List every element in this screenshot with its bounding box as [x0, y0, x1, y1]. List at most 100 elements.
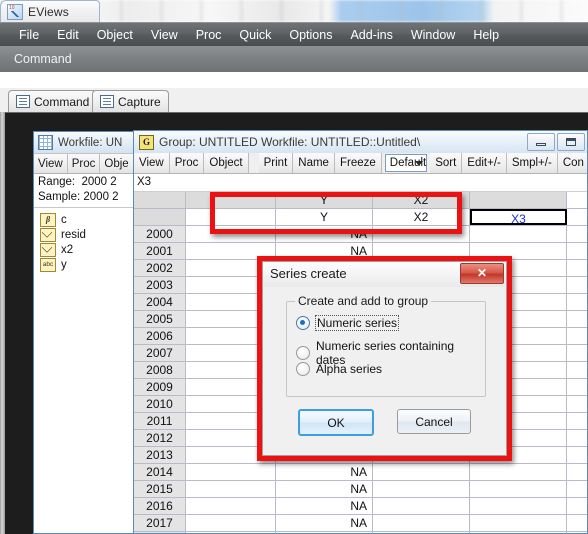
workfile-proc-button[interactable]: Proc: [67, 154, 101, 173]
cell-column-a[interactable]: [186, 226, 276, 242]
year-cell[interactable]: 2007: [134, 345, 186, 361]
cell-column-x2[interactable]: [373, 243, 470, 259]
ok-button[interactable]: OK: [298, 409, 374, 436]
table-row[interactable]: 2015 NA: [134, 481, 587, 498]
cancel-button[interactable]: Cancel: [397, 409, 471, 434]
menu-item-help[interactable]: Help: [464, 27, 508, 43]
cell-column-a[interactable]: [186, 481, 276, 497]
menu-item-add-ins[interactable]: Add-ins: [341, 27, 401, 43]
year-cell[interactable]: 2000: [134, 226, 186, 242]
group-toolbar: View Proc Object Print Name Freeze Defau…: [134, 153, 587, 174]
workfile-object-y[interactable]: abc y: [34, 257, 144, 272]
radio-option-numeric-series[interactable]: Numeric series: [296, 315, 400, 331]
group-object-button[interactable]: Object: [204, 153, 249, 173]
year-cell[interactable]: 2014: [134, 464, 186, 480]
cell-column-x2[interactable]: [373, 481, 470, 497]
workfile-object-x2[interactable]: x2: [34, 242, 144, 257]
tab-command[interactable]: Command: [8, 90, 98, 112]
minimize-button[interactable]: [527, 133, 555, 151]
series-name-cell-x2[interactable]: X2: [373, 209, 470, 225]
year-cell[interactable]: 2002: [134, 260, 186, 276]
cell-column-x2[interactable]: [373, 226, 470, 242]
table-row[interactable]: 2016 NA: [134, 498, 587, 515]
menu-item-edit[interactable]: Edit: [48, 27, 88, 43]
group-print-button[interactable]: Print: [258, 153, 294, 173]
cell-column-a[interactable]: [186, 515, 276, 531]
group-view-button[interactable]: View: [134, 153, 170, 173]
year-cell[interactable]: 2015: [134, 481, 186, 497]
year-cell[interactable]: 2009: [134, 379, 186, 395]
group-name-button[interactable]: Name: [293, 153, 335, 173]
cell-column-x3[interactable]: [470, 464, 567, 480]
cell-column-x2[interactable]: [373, 498, 470, 514]
cell-column-x2[interactable]: [373, 464, 470, 480]
cell-column-y[interactable]: NA: [276, 464, 373, 480]
cell-column-x3[interactable]: [470, 498, 567, 514]
cell-name-bar[interactable]: X3: [134, 174, 587, 192]
radio-button-icon[interactable]: [296, 346, 310, 360]
year-cell[interactable]: 2006: [134, 328, 186, 344]
year-cell[interactable]: 2001: [134, 243, 186, 259]
workfile-view-button[interactable]: View: [34, 154, 68, 173]
workfile-object-button[interactable]: Obje: [100, 154, 134, 173]
cell-column-a[interactable]: [186, 243, 276, 259]
year-cell[interactable]: 2008: [134, 362, 186, 378]
group-proc-button[interactable]: Proc: [169, 153, 205, 173]
year-cell[interactable]: 2003: [134, 277, 186, 293]
workfile-sample-row: Sample: 2000 2: [38, 190, 144, 205]
group-compare-button[interactable]: Con: [557, 153, 587, 173]
year-cell[interactable]: 2005: [134, 311, 186, 327]
view-mode-select[interactable]: Default: [384, 154, 428, 172]
year-cell[interactable]: 2013: [134, 447, 186, 463]
year-cell[interactable]: 2016: [134, 498, 186, 514]
cell-column-y[interactable]: NA: [276, 498, 373, 514]
radio-button-icon[interactable]: [296, 362, 310, 376]
table-row[interactable]: 2014 NA: [134, 464, 587, 481]
year-cell[interactable]: 2012: [134, 430, 186, 446]
menu-item-options[interactable]: Options: [280, 27, 341, 43]
workfile-window[interactable]: Workfile: UN View Proc Obje Range: 2000 …: [33, 131, 145, 534]
year-cell[interactable]: 2017: [134, 515, 186, 531]
menu-item-proc[interactable]: Proc: [187, 27, 231, 43]
group-titlebar: G Group: UNTITLED Workfile: UNTITLED::Un…: [134, 131, 587, 153]
cell-column-a[interactable]: [186, 464, 276, 480]
cell-column-y[interactable]: NA: [276, 515, 373, 531]
workfile-object-c[interactable]: β c: [34, 212, 144, 227]
series-name-cell-x3-selected[interactable]: X3: [470, 209, 567, 226]
menu-item-window[interactable]: Window: [402, 27, 464, 43]
radio-option-alpha-series[interactable]: Alpha series: [296, 362, 382, 376]
year-cell[interactable]: 2010: [134, 396, 186, 412]
table-row[interactable]: 2000 NA: [134, 226, 587, 243]
command-input[interactable]: [0, 72, 588, 89]
workfile-object-resid[interactable]: resid: [34, 227, 144, 242]
table-row[interactable]: 2001 NA: [134, 243, 587, 260]
workfile-sample-label: Sample:: [38, 191, 81, 203]
series-name-cell-y[interactable]: Y: [276, 209, 373, 225]
cell-column-x3[interactable]: [470, 226, 567, 242]
cell-column-x3[interactable]: [470, 243, 567, 259]
year-cell[interactable]: 2011: [134, 413, 186, 429]
cell-column-y[interactable]: NA: [276, 226, 373, 242]
menu-item-file[interactable]: File: [10, 27, 48, 43]
cell-column-x3[interactable]: [470, 515, 567, 531]
menu-item-quick[interactable]: Quick: [230, 27, 280, 43]
year-cell[interactable]: 2004: [134, 294, 186, 310]
menu-item-object[interactable]: Object: [88, 27, 142, 43]
series-create-dialog[interactable]: Series create ✕ Create and add to group …: [262, 261, 507, 456]
workfile-title: Workfile: UN: [58, 136, 123, 149]
radio-button-icon[interactable]: [296, 316, 310, 330]
cell-column-y[interactable]: NA: [276, 243, 373, 259]
cell-column-a[interactable]: [186, 498, 276, 514]
cell-column-x3[interactable]: [470, 481, 567, 497]
menu-item-view[interactable]: View: [142, 27, 187, 43]
group-smpl-button[interactable]: Smpl+/-: [506, 153, 558, 173]
close-icon[interactable]: ✕: [460, 263, 504, 284]
tab-capture[interactable]: Capture: [92, 90, 169, 112]
group-edit-button[interactable]: Edit+/-: [462, 153, 507, 173]
group-sort-button[interactable]: Sort: [430, 153, 463, 173]
table-row[interactable]: 2017 NA: [134, 515, 587, 532]
maximize-button[interactable]: [557, 133, 585, 151]
cell-column-y[interactable]: NA: [276, 481, 373, 497]
group-freeze-button[interactable]: Freeze: [334, 153, 382, 173]
cell-column-x2[interactable]: [373, 515, 470, 531]
